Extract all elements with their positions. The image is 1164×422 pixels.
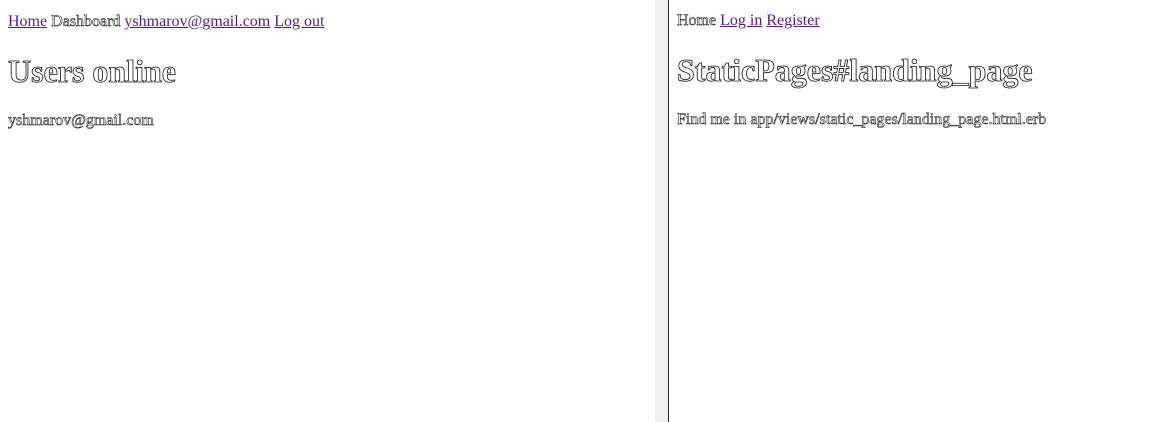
left-nav-bar: Home Dashboard yshmarov@gmail.com Log ou… — [8, 12, 655, 32]
right-nav-register-link[interactable]: Register — [766, 12, 819, 29]
online-user-item: yshmarov@gmail.com — [8, 112, 154, 130]
left-page-title: Users online — [8, 53, 177, 90]
left-nav-user-email-link[interactable]: yshmarov@gmail.com — [124, 13, 270, 30]
right-nav-bar: Home Log in Register — [677, 11, 1164, 31]
right-nav-login-link[interactable]: Log in — [720, 12, 762, 29]
left-nav-home-link[interactable]: Home — [8, 13, 47, 30]
left-nav-dashboard-text: Dashboard — [51, 13, 121, 31]
right-page-body-text: Find me in app/views/static_pages/landin… — [677, 111, 1047, 129]
right-browser-pane: Home Log in Register StaticPages#landing… — [669, 0, 1164, 422]
pane-gutter — [655, 0, 668, 422]
left-nav-logout-link[interactable]: Log out — [274, 13, 324, 30]
right-nav-home-text: Home — [677, 12, 717, 30]
split-browser-screen: Home Dashboard yshmarov@gmail.com Log ou… — [0, 0, 1164, 422]
left-browser-pane: Home Dashboard yshmarov@gmail.com Log ou… — [0, 0, 655, 422]
right-page-title: StaticPages#landing_page — [677, 52, 1033, 89]
